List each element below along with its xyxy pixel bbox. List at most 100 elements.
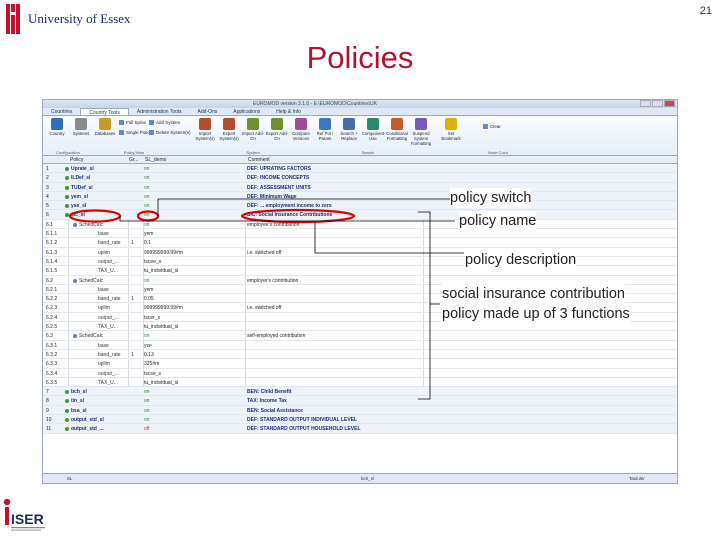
component-button[interactable]: Component Use (361, 118, 385, 141)
tree-node-icon[interactable] (73, 278, 77, 283)
parameter-value[interactable]: tu_individual_sl (144, 324, 244, 330)
policy-switch[interactable]: on (144, 175, 244, 181)
table-row[interactable]: 6.3.1 base yse (43, 341, 677, 350)
full-spine-button[interactable]: Full Spine (119, 120, 146, 126)
parameter-value[interactable]: 325#m (144, 361, 244, 367)
table-row[interactable]: 11 output_std_... off DEF: STANDARD OUTPUT … (43, 424, 677, 434)
ribbon-button-label: Conditional Formatting (386, 131, 408, 141)
tab-country-tools[interactable]: Country Tools (80, 108, 129, 116)
group-cell: 1 (131, 351, 134, 358)
table-row[interactable]: 6.3 SchedCalc on self-employed contribution (43, 331, 677, 341)
policy-name: TUDef_sl (71, 184, 93, 191)
tab-countries[interactable]: Countries (43, 108, 80, 115)
parameter-value[interactable]: yem (144, 287, 244, 293)
small-button-label: Single Policy (126, 130, 152, 135)
maximize-button[interactable] (652, 100, 663, 107)
table-row[interactable]: 6.1.5 TAX_U... tu_individual_sl (43, 266, 677, 276)
parameter-value[interactable]: 999999999.99#m (144, 305, 244, 311)
table-row[interactable]: 6.1.3 uplim 999999999.99#m i.e. switched of… (43, 248, 677, 257)
table-row[interactable]: 7 bch_sl on BEN: Child Benefit (43, 387, 677, 397)
parameter-value[interactable]: 0.13 (144, 352, 244, 358)
column-header-system[interactable]: SL_demo (145, 157, 166, 163)
policy-switch[interactable]: on (144, 408, 244, 414)
parameter-value[interactable]: tscer_s (144, 315, 244, 321)
clear-button[interactable]: Clear (483, 124, 501, 130)
table-row[interactable]: 6.3.4 output_... tscse_s (43, 369, 677, 378)
suspend-button[interactable]: Suspend System Formatting (409, 118, 433, 146)
export-button[interactable]: Export System(s) (217, 118, 241, 141)
window-titlebar: EUROMOD version 3.1.0 - E:\EUROMOD\Count… (43, 100, 677, 108)
add-system-button[interactable]: Add System (149, 120, 180, 126)
globe-button[interactable]: Country (45, 118, 69, 136)
parameter-value[interactable]: tscee_s (144, 259, 244, 265)
table-row[interactable]: 3 TUDef_sl on DEF: ASSESSMENT UNITS (43, 182, 677, 192)
policy-name: output_std_... (71, 426, 104, 433)
policy-switch[interactable]: off (144, 426, 244, 432)
tree-node-icon[interactable] (73, 222, 77, 227)
column-header-group[interactable]: Gr... (129, 157, 138, 163)
search-button[interactable]: Search + Replace (337, 118, 361, 141)
callout-policy-name: policy name (459, 211, 537, 231)
ribbon-button-label: Databases (94, 131, 116, 136)
compare-button[interactable]: Compare Versions (289, 118, 313, 141)
table-row[interactable]: 1 Uprate_sl on DEF: UPRATING FACTORS (43, 164, 677, 174)
table-row[interactable]: 6.3.2 band_rate 1 0.13 (43, 350, 677, 360)
policy-switch[interactable]: on (144, 389, 244, 395)
parameter-value[interactable]: 999999999.99#m (144, 250, 244, 256)
format-button[interactable]: Conditional Formatting (385, 118, 409, 141)
import-button[interactable]: Import System(s) (193, 118, 217, 141)
delete-system-s-button[interactable]: Delete System(s) (149, 130, 191, 136)
policy-switch[interactable]: on (144, 417, 244, 423)
table-row[interactable]: 6 sic_sl on SIC: Social Insurance Contribut… (43, 210, 677, 220)
parameter-value[interactable]: tu_individual_sl (144, 268, 244, 274)
single-policy-button[interactable]: Single Policy (119, 130, 152, 136)
callout-policy-switch: policy switch (450, 188, 532, 208)
star-button[interactable]: Set Bookmark (439, 118, 463, 141)
tab-help-info[interactable]: Help & Info (268, 108, 309, 115)
minimize-button[interactable] (640, 100, 651, 107)
table-row[interactable]: 6.1.4 output_... tscee_s (43, 257, 677, 267)
tree-node-icon[interactable] (73, 334, 77, 339)
policy-switch[interactable]: on (144, 278, 244, 284)
table-row[interactable]: 4 yem_sl on DEF: Minimum Wage (43, 191, 677, 202)
database-button[interactable]: Databases (93, 118, 117, 136)
row-number: 6.3.2 (46, 351, 58, 358)
table-row[interactable]: 5 yse_sl on DEF: ... employment income to z… (43, 201, 677, 211)
policy-switch[interactable]: on (144, 203, 244, 209)
tab-add-ons[interactable]: Add-Ons (190, 108, 226, 115)
table-row[interactable]: 8 tin_sl on TAX: Income Tax (43, 396, 677, 406)
policy-switch[interactable]: on (144, 222, 244, 228)
table-row[interactable]: 2 ILDef_sl on DEF: INCOME CONCEPTS (43, 173, 677, 183)
policy-switch[interactable]: on (144, 398, 244, 404)
gear-button[interactable]: Systems (69, 118, 93, 136)
table-row[interactable]: 6.3.5 TAX_U... tu_individual_sl (43, 378, 677, 388)
tab-administration-tools[interactable]: Administration Tools (129, 108, 190, 115)
table-row[interactable]: 6.1.2 band_rate 1 0.1 (43, 238, 677, 248)
policy-name: SchedCalc (79, 221, 104, 228)
parameter-value[interactable]: 0.05 (144, 296, 244, 302)
table-row[interactable]: 10 output_std_sl on DEF: STANDARD OUTPUT IN… (43, 415, 677, 425)
table-row[interactable]: 6.3.3 uplim 325#m (43, 359, 677, 369)
policy-switch[interactable]: on (144, 333, 244, 339)
policy-switch[interactable]: on (144, 166, 244, 172)
reference-button[interactable]: Ref Pol / Param (313, 118, 337, 141)
table-row[interactable]: 6.1.1 base yem (43, 229, 677, 239)
parameter-value[interactable]: yse (144, 343, 244, 349)
parameter-value[interactable]: 0.1 (144, 240, 244, 246)
close-button[interactable] (664, 100, 675, 107)
policy-name: bch_sl (71, 389, 87, 396)
policy-switch[interactable]: on (144, 194, 244, 200)
import-addon-button[interactable]: Import Add-On (241, 118, 265, 141)
parameter-value[interactable]: tu_individual_sl (144, 380, 244, 386)
column-header-policy[interactable]: Policy (70, 157, 83, 163)
table-row[interactable]: 6.1 SchedCalc on employee's contribution (43, 220, 677, 230)
export-addon-button[interactable]: Export Add-On (265, 118, 289, 141)
parameter-value[interactable]: tscse_s (144, 371, 244, 377)
policy-switch[interactable]: on (144, 212, 244, 218)
comment-cell: self-employed contribution (247, 333, 306, 340)
tab-applications[interactable]: Applications (225, 108, 268, 115)
column-header-comment[interactable]: Comment (248, 157, 270, 163)
policy-switch[interactable]: on (144, 185, 244, 191)
parameter-value[interactable]: yem (144, 231, 244, 237)
table-row[interactable]: 9 bsa_sl on BEN: Social Assistance (43, 405, 677, 416)
